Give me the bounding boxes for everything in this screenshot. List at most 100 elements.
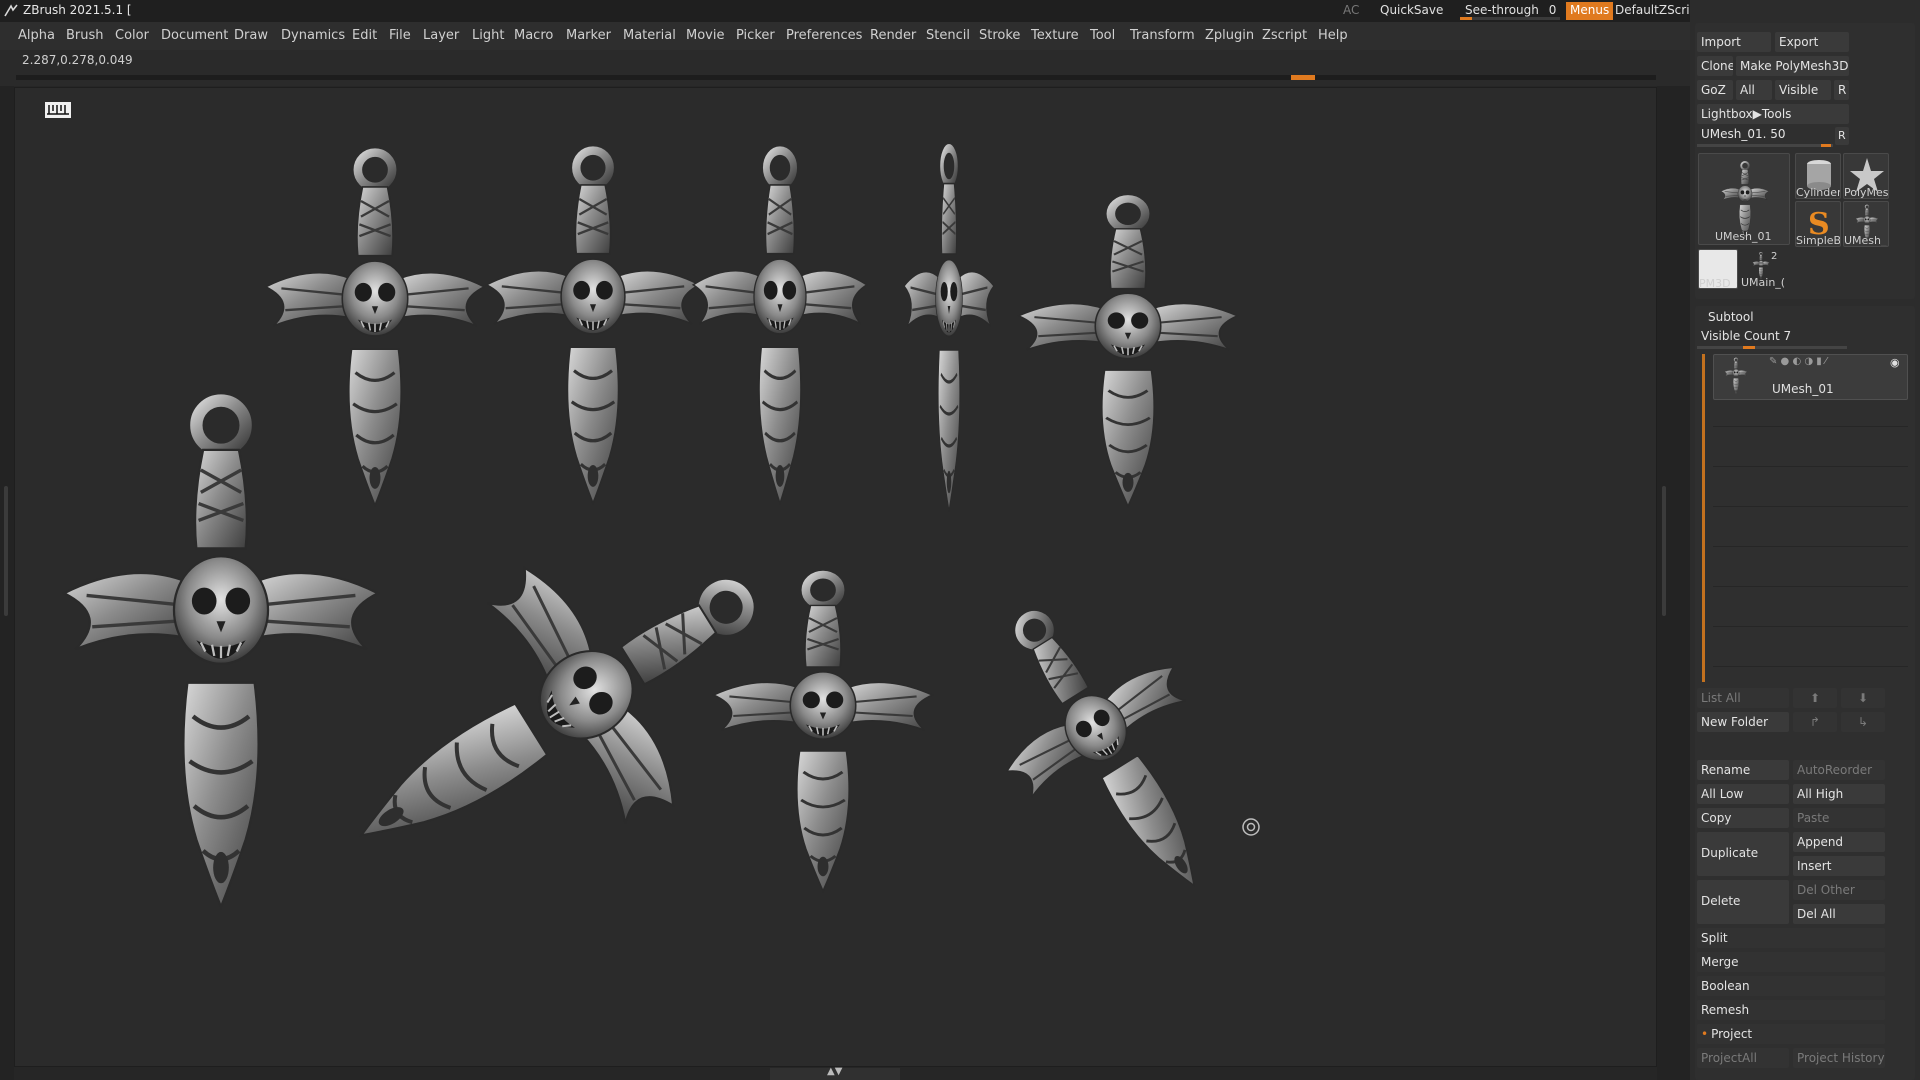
move-up-icon[interactable]: ⬆ bbox=[1793, 688, 1837, 708]
cursor-coordinates: 2.287,0.278,0.049 bbox=[22, 53, 133, 67]
del-all-button[interactable]: Del All bbox=[1793, 904, 1885, 924]
all-low-button[interactable]: All Low bbox=[1697, 784, 1789, 804]
new-folder-button[interactable]: New Folder bbox=[1697, 712, 1789, 732]
current-tool-track[interactable] bbox=[1697, 144, 1833, 147]
goz-button[interactable]: GoZ bbox=[1697, 80, 1733, 100]
goz-r-button[interactable]: R bbox=[1834, 80, 1849, 100]
subtool-title[interactable]: Subtool bbox=[1708, 310, 1754, 324]
ruler-icon[interactable] bbox=[45, 102, 71, 118]
make-polymesh-button[interactable]: Make PolyMesh3D bbox=[1736, 56, 1849, 76]
menu-color[interactable]: Color bbox=[115, 28, 149, 43]
menu-marker[interactable]: Marker bbox=[566, 28, 611, 43]
subtool-item-umesh[interactable]: ✎ ● ◐ ◑ ▮ ⁄ ◉ UMesh_01 bbox=[1713, 354, 1908, 400]
project-button[interactable]: • Project bbox=[1697, 1024, 1885, 1044]
left-tray-handle[interactable] bbox=[4, 486, 8, 616]
tool-thumb-umesh-main[interactable]: UMesh_01 bbox=[1698, 153, 1790, 245]
folder-out-icon[interactable]: ↳ bbox=[1841, 712, 1885, 732]
menu-stroke[interactable]: Stroke bbox=[979, 28, 1020, 43]
del-other-button[interactable]: Del Other bbox=[1793, 880, 1885, 900]
lightbox-tools-button[interactable]: Lightbox▶Tools bbox=[1697, 104, 1849, 124]
default-zscript-button[interactable]: DefaultZScript bbox=[1615, 3, 1702, 17]
menu-material[interactable]: Material bbox=[623, 28, 676, 43]
current-tool-r-button[interactable]: R bbox=[1835, 127, 1849, 145]
rename-button[interactable]: Rename bbox=[1697, 760, 1789, 780]
menu-tool[interactable]: Tool bbox=[1090, 28, 1115, 43]
split-button[interactable]: Split bbox=[1697, 928, 1885, 948]
import-button[interactable]: Import bbox=[1697, 32, 1771, 52]
tool-palette: Import Export Clone Make PolyMesh3D GoZ … bbox=[1690, 0, 1920, 1080]
menu-transform[interactable]: Transform bbox=[1130, 28, 1195, 43]
eye-icon[interactable]: ◉ bbox=[1890, 356, 1900, 369]
current-tool-fill bbox=[1821, 144, 1831, 147]
visible-count-track[interactable] bbox=[1697, 346, 1847, 349]
subtool-item-controls[interactable]: ✎ ● ◐ ◑ ▮ ⁄ bbox=[1769, 356, 1827, 367]
menu-alpha[interactable]: Alpha bbox=[18, 28, 55, 43]
menu-preferences[interactable]: Preferences bbox=[786, 28, 862, 43]
merge-button[interactable]: Merge bbox=[1697, 952, 1885, 972]
tool-thumb-polymesh[interactable]: PolyMes bbox=[1843, 153, 1889, 199]
goz-visible-button[interactable]: Visible bbox=[1775, 80, 1831, 100]
document-canvas[interactable] bbox=[14, 87, 1657, 1067]
menus-toggle-button[interactable]: Menus bbox=[1566, 2, 1614, 20]
tool-thumb-pm3d[interactable]: PM3D_C bbox=[1698, 249, 1738, 289]
see-through-value: 0 bbox=[1548, 3, 1557, 17]
menu-document[interactable]: Document bbox=[161, 28, 228, 43]
folder-in-icon[interactable]: ↱ bbox=[1793, 712, 1837, 732]
subtool-empty-slot bbox=[1713, 626, 1908, 627]
append-button[interactable]: Append bbox=[1793, 832, 1885, 852]
duplicate-button[interactable]: Duplicate bbox=[1697, 832, 1789, 876]
move-down-icon[interactable]: ⬇ bbox=[1841, 688, 1885, 708]
subtool-empty-slot bbox=[1713, 466, 1908, 467]
quicksave-button[interactable]: QuickSave bbox=[1380, 3, 1443, 17]
menu-edit[interactable]: Edit bbox=[352, 28, 377, 43]
paste-button[interactable]: Paste bbox=[1793, 808, 1885, 828]
tool-thumb-simplebrush[interactable]: S SimpleB bbox=[1795, 201, 1841, 247]
menu-render[interactable]: Render bbox=[870, 28, 916, 43]
subtool-list-scrollbar[interactable] bbox=[1702, 354, 1705, 682]
see-through-track[interactable] bbox=[1460, 17, 1560, 20]
right-tray-handle[interactable] bbox=[1662, 486, 1666, 616]
copy-button[interactable]: Copy bbox=[1697, 808, 1789, 828]
menu-zscript[interactable]: Zscript bbox=[1262, 28, 1307, 43]
clone-button[interactable]: Clone bbox=[1697, 56, 1733, 76]
menu-file[interactable]: File bbox=[389, 28, 411, 43]
goz-all-button[interactable]: All bbox=[1736, 80, 1772, 100]
bottom-tray-handle[interactable]: ▲▼ bbox=[770, 1066, 900, 1080]
menu-movie[interactable]: Movie bbox=[686, 28, 724, 43]
project-history-button[interactable]: Project History bbox=[1793, 1048, 1885, 1068]
menu-layer[interactable]: Layer bbox=[423, 28, 459, 43]
menu-brush[interactable]: Brush bbox=[66, 28, 104, 43]
menu-macro[interactable]: Macro bbox=[514, 28, 553, 43]
remesh-button[interactable]: Remesh bbox=[1697, 1000, 1885, 1020]
menu-picker[interactable]: Picker bbox=[736, 28, 775, 43]
project-all-button[interactable]: ProjectAll bbox=[1697, 1048, 1789, 1068]
tool-thumb-umain[interactable]: 2 UMain_( bbox=[1741, 249, 1787, 289]
menu-zplugin[interactable]: Zplugin bbox=[1205, 28, 1254, 43]
ac-label[interactable]: AC bbox=[1343, 3, 1359, 17]
delete-button[interactable]: Delete bbox=[1697, 880, 1789, 924]
menu-texture[interactable]: Texture bbox=[1031, 28, 1079, 43]
tool-thumb-cylinder[interactable]: Cylinder bbox=[1795, 153, 1841, 199]
list-all-button[interactable]: List All bbox=[1697, 688, 1789, 708]
visible-count-fill bbox=[1743, 346, 1755, 349]
current-tool-slider[interactable]: UMesh_01. 50 bbox=[1701, 127, 1786, 141]
cross-pendant-angled-2 bbox=[943, 565, 1277, 937]
insert-button[interactable]: Insert bbox=[1793, 856, 1885, 876]
timeline-marker[interactable] bbox=[1291, 75, 1315, 80]
menu-dynamics[interactable]: Dynamics bbox=[281, 28, 345, 43]
thumb-label-main: UMesh_01 bbox=[1715, 230, 1772, 243]
autoreorder-button[interactable]: AutoReorder bbox=[1793, 760, 1885, 780]
export-button[interactable]: Export bbox=[1775, 32, 1849, 52]
canvas-center-icon[interactable] bbox=[1242, 818, 1260, 836]
menu-light[interactable]: Light bbox=[472, 28, 504, 43]
visible-count-slider[interactable]: Visible Count 7 bbox=[1701, 329, 1791, 343]
all-high-button[interactable]: All High bbox=[1793, 784, 1885, 804]
menu-help[interactable]: Help bbox=[1318, 28, 1348, 43]
subtool-empty-slot bbox=[1713, 506, 1908, 507]
menu-stencil[interactable]: Stencil bbox=[926, 28, 970, 43]
timeline-track[interactable] bbox=[16, 75, 1656, 80]
tool-thumb-umesh[interactable]: UMesh_ bbox=[1843, 201, 1889, 247]
menu-draw[interactable]: Draw bbox=[234, 28, 268, 43]
see-through-slider[interactable]: See-through 0 bbox=[1465, 3, 1556, 17]
boolean-button[interactable]: Boolean bbox=[1697, 976, 1885, 996]
